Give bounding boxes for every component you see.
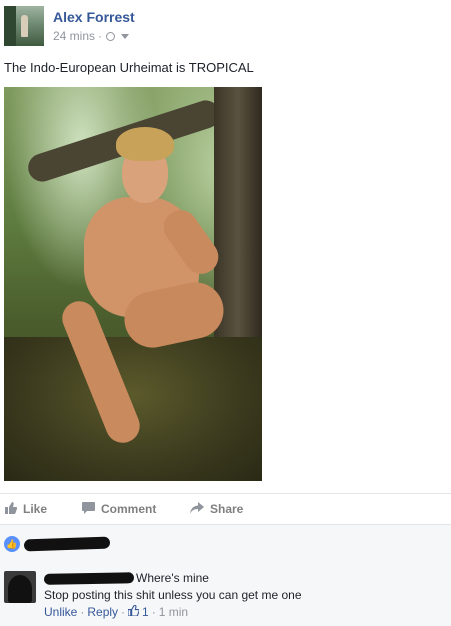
photo-figure bbox=[57, 127, 229, 457]
meta-separator: · bbox=[98, 29, 103, 43]
unlike-link[interactable]: Unlike bbox=[44, 605, 77, 619]
comment-meta-separator-2: · bbox=[121, 605, 126, 619]
share-button[interactable]: Share bbox=[190, 502, 243, 516]
comment-bubble-icon bbox=[82, 502, 95, 516]
share-arrow-icon bbox=[190, 502, 204, 516]
redacted-liker-names bbox=[23, 536, 111, 552]
thumbs-up-icon bbox=[5, 502, 18, 516]
comment-meta-separator: · bbox=[80, 605, 85, 619]
caret-down-icon[interactable] bbox=[121, 33, 130, 39]
facebook-post: Alex Forrest 24 mins · The Indo-European… bbox=[0, 0, 451, 626]
redacted-commenter-name bbox=[43, 572, 135, 585]
post-actions: Like Comment Share bbox=[0, 494, 451, 524]
post-meta: 24 mins · bbox=[53, 29, 130, 43]
commenter-avatar-silhouette bbox=[8, 575, 32, 603]
like-count-icon[interactable]: 👍 bbox=[4, 536, 20, 552]
reactions-and-comments: 👍 Where's mine Stop posting this shit un… bbox=[0, 525, 451, 626]
globe-icon bbox=[106, 31, 116, 41]
comment-meta: Unlike · Reply · 1 · 1 min bbox=[44, 604, 188, 619]
author-avatar[interactable] bbox=[4, 6, 44, 46]
figure-hair bbox=[116, 127, 174, 161]
comment-time[interactable]: 1 min bbox=[159, 605, 188, 619]
comment-like-count[interactable]: 1 bbox=[142, 605, 149, 619]
comment-label: Comment bbox=[101, 502, 157, 516]
comment-tail-text: Where's mine bbox=[136, 571, 209, 585]
share-label: Share bbox=[210, 502, 244, 516]
comment-meta-separator-3: · bbox=[151, 605, 156, 619]
like-button[interactable]: Like bbox=[5, 502, 47, 516]
post-text: The Indo-European Urheimat is TROPICAL bbox=[4, 60, 254, 75]
author-name[interactable]: Alex Forrest bbox=[53, 9, 135, 25]
comment-reply-text: Stop posting this shit unless you can ge… bbox=[44, 588, 302, 602]
avatar-figure bbox=[21, 15, 28, 37]
reply-link[interactable]: Reply bbox=[87, 605, 118, 619]
commenter-avatar[interactable] bbox=[4, 571, 36, 603]
avatar-tree bbox=[4, 6, 16, 46]
like-label: Like bbox=[23, 502, 48, 516]
comment-like-icon[interactable] bbox=[127, 604, 140, 619]
post-photo[interactable] bbox=[4, 87, 262, 481]
post-time[interactable]: 24 mins bbox=[53, 29, 95, 43]
comment-button[interactable]: Comment bbox=[82, 502, 156, 516]
